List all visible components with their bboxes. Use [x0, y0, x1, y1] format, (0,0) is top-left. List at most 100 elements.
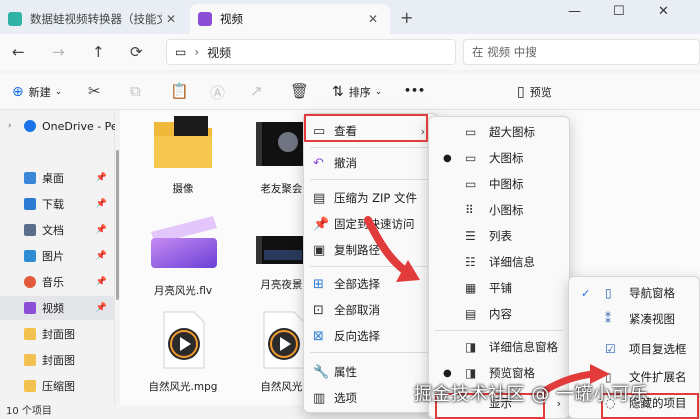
- sidebar-item-desktop[interactable]: 桌面 📌: [0, 166, 115, 190]
- sidebar-item-music[interactable]: 音乐 📌: [0, 270, 115, 294]
- paste-icon[interactable]: 📋: [170, 82, 189, 100]
- title-bar: 数据蛙视频转换器（技能文 ✕ 视频 ✕ + — ☐ ✕: [0, 0, 700, 34]
- options-icon: ▥: [313, 390, 326, 406]
- details-pane-icon: ◨: [465, 340, 477, 354]
- sort-button[interactable]: ⇅ 排序 ⌄: [332, 84, 382, 100]
- select-all-icon: ⊞: [313, 276, 324, 292]
- view-option-large[interactable]: ● ▭ 大图标: [429, 146, 569, 170]
- navigation-pane: › OneDrive - Per 桌面 📌 下载 📌 文档 📌 图片 📌 音乐 …: [0, 110, 115, 405]
- folder-icon: [24, 380, 36, 392]
- folder-icon: [24, 328, 36, 340]
- menu-item-label: 选项: [334, 391, 357, 405]
- chevron-down-icon: ⌄: [54, 87, 63, 97]
- maximize-button[interactable]: ☐: [613, 4, 625, 19]
- rename-icon[interactable]: Ⓐ: [210, 82, 225, 103]
- search-input[interactable]: 在 视频 中搜: [463, 39, 700, 65]
- sidebar-item-pictures[interactable]: 图片 📌: [0, 244, 115, 268]
- preview-button[interactable]: ▯ 预览: [517, 84, 552, 100]
- chevron-down-icon: ⌄: [374, 87, 383, 97]
- close-icon[interactable]: ✕: [162, 12, 180, 26]
- new-tab-button[interactable]: +: [400, 8, 413, 27]
- sidebar-item-label: OneDrive - Per: [42, 119, 115, 133]
- view-option-content[interactable]: ▤ 内容: [429, 302, 569, 326]
- close-window-button[interactable]: ✕: [658, 4, 669, 19]
- file-item[interactable]: 月亮风光.flv: [138, 208, 228, 298]
- view-option-details[interactable]: ☷ 详细信息: [429, 250, 569, 274]
- back-button[interactable]: ←: [12, 43, 25, 61]
- forward-button[interactable]: →: [52, 43, 65, 61]
- show-option-navigation-pane[interactable]: ✓ ▯ 导航窗格: [569, 281, 699, 305]
- cut-icon[interactable]: ✂: [88, 82, 101, 100]
- file-name: 摄像: [172, 183, 194, 195]
- more-options-button[interactable]: •••: [404, 84, 425, 97]
- video-icon: [24, 302, 36, 314]
- sort-label: 排序: [348, 86, 371, 99]
- preview-pane-icon: ◨: [465, 366, 477, 380]
- share-icon[interactable]: ↗: [250, 82, 263, 100]
- refresh-button[interactable]: ⟳: [130, 43, 143, 61]
- sidebar-item-label: 压缩图: [42, 380, 75, 393]
- address-input[interactable]: ▭ › 视频: [166, 39, 456, 65]
- sidebar-item-onedrive[interactable]: › OneDrive - Per: [0, 114, 115, 138]
- plus-circle-icon: ⊕: [12, 84, 24, 100]
- pin-icon: 📌: [95, 199, 107, 209]
- menu-item-compress-zip[interactable]: ▤ 压缩为 ZIP 文件: [304, 186, 437, 210]
- menu-item-label: 预览窗格: [489, 366, 535, 380]
- menu-item-label: 撤消: [334, 156, 357, 170]
- delete-icon[interactable]: 🗑: [290, 82, 309, 100]
- selected-dot-icon: ●: [443, 152, 452, 164]
- view-option-medium[interactable]: ▭ 中图标: [429, 172, 569, 196]
- sidebar-item-downloads[interactable]: 下载 📌: [0, 192, 115, 216]
- sort-icon: ⇅: [332, 84, 344, 100]
- tab-title: 数据蛙视频转换器（技能文: [30, 12, 162, 26]
- menu-item-label: 反向选择: [334, 329, 380, 343]
- sidebar-item-folder[interactable]: 压缩图: [0, 374, 115, 398]
- sidebar-item-folder[interactable]: 封面图: [0, 322, 115, 346]
- close-icon[interactable]: ✕: [364, 12, 382, 26]
- search-placeholder: 在 视频 中搜: [472, 45, 537, 59]
- navigation-pane-icon: ▯: [605, 286, 612, 300]
- file-item[interactable]: 自然风光.mpg: [138, 310, 228, 394]
- item-count: 10 个项目: [6, 406, 52, 417]
- sidebar-item-label: 封面图: [42, 354, 75, 367]
- menu-item-undo[interactable]: ↶ 撤消: [304, 151, 437, 175]
- menu-item-label: 大图标: [489, 151, 524, 165]
- tab-videos[interactable]: 视频 ✕: [190, 4, 390, 34]
- new-button[interactable]: ⊕ 新建 ⌄: [12, 84, 62, 100]
- menu-item-select-none[interactable]: ⊡ 全部取消: [304, 298, 437, 322]
- up-button[interactable]: ↑: [92, 43, 105, 61]
- tab-converter[interactable]: 数据蛙视频转换器（技能文 ✕: [0, 4, 188, 34]
- sidebar-item-folder[interactable]: 封面图: [0, 348, 115, 372]
- address-bar: ← → ↑ ⟳ ▭ › 视频 在 视频 中搜: [0, 34, 700, 70]
- file-item[interactable]: 摄像: [138, 114, 228, 196]
- menu-separator: [310, 352, 432, 353]
- copy-path-icon: ▣: [313, 242, 326, 258]
- view-option-list[interactable]: ☰ 列表: [429, 224, 569, 248]
- view-option-tiles[interactable]: ▦ 平铺: [429, 276, 569, 300]
- sidebar-item-label: 文档: [42, 224, 64, 237]
- red-arrow-icon: [364, 216, 420, 282]
- monitor-icon: ▭: [465, 151, 477, 165]
- sidebar-item-videos[interactable]: 视频 📌: [0, 296, 115, 320]
- sidebar-scrollbar[interactable]: [116, 150, 119, 300]
- new-label: 新建: [28, 86, 51, 99]
- document-icon: [24, 224, 36, 236]
- sidebar-item-documents[interactable]: 文档 📌: [0, 218, 115, 242]
- selected-dot-icon: ●: [443, 367, 452, 379]
- sidebar-item-label: 图片: [42, 250, 64, 263]
- music-icon: [24, 276, 36, 288]
- sidebar-item-label: 封面图: [42, 328, 75, 341]
- view-option-small[interactable]: ⠿ 小图标: [429, 198, 569, 222]
- details-icon: ☷: [465, 255, 476, 269]
- pin-icon: 📌: [313, 216, 330, 232]
- copy-icon[interactable]: ⧉: [130, 82, 141, 100]
- minimize-button[interactable]: —: [568, 4, 581, 19]
- monitor-icon: ▭: [465, 177, 477, 191]
- watermark-text: 掘金技术社区 @ 一罐小可乐: [414, 384, 649, 405]
- menu-item-invert-selection[interactable]: ⊠ 反向选择: [304, 324, 437, 348]
- chevron-right-icon: ›: [8, 121, 12, 131]
- command-bar: ⊕ 新建 ⌄ ✂ ⧉ 📋 Ⓐ ↗ 🗑 ⇅ 排序 ⌄ ••• ▯ 预览: [0, 74, 700, 110]
- view-option-extra-large[interactable]: ▭ 超大图标: [429, 120, 569, 144]
- zip-icon: ▤: [313, 190, 326, 206]
- show-option-compact-view[interactable]: ⁑ 紧凑视图: [569, 307, 699, 331]
